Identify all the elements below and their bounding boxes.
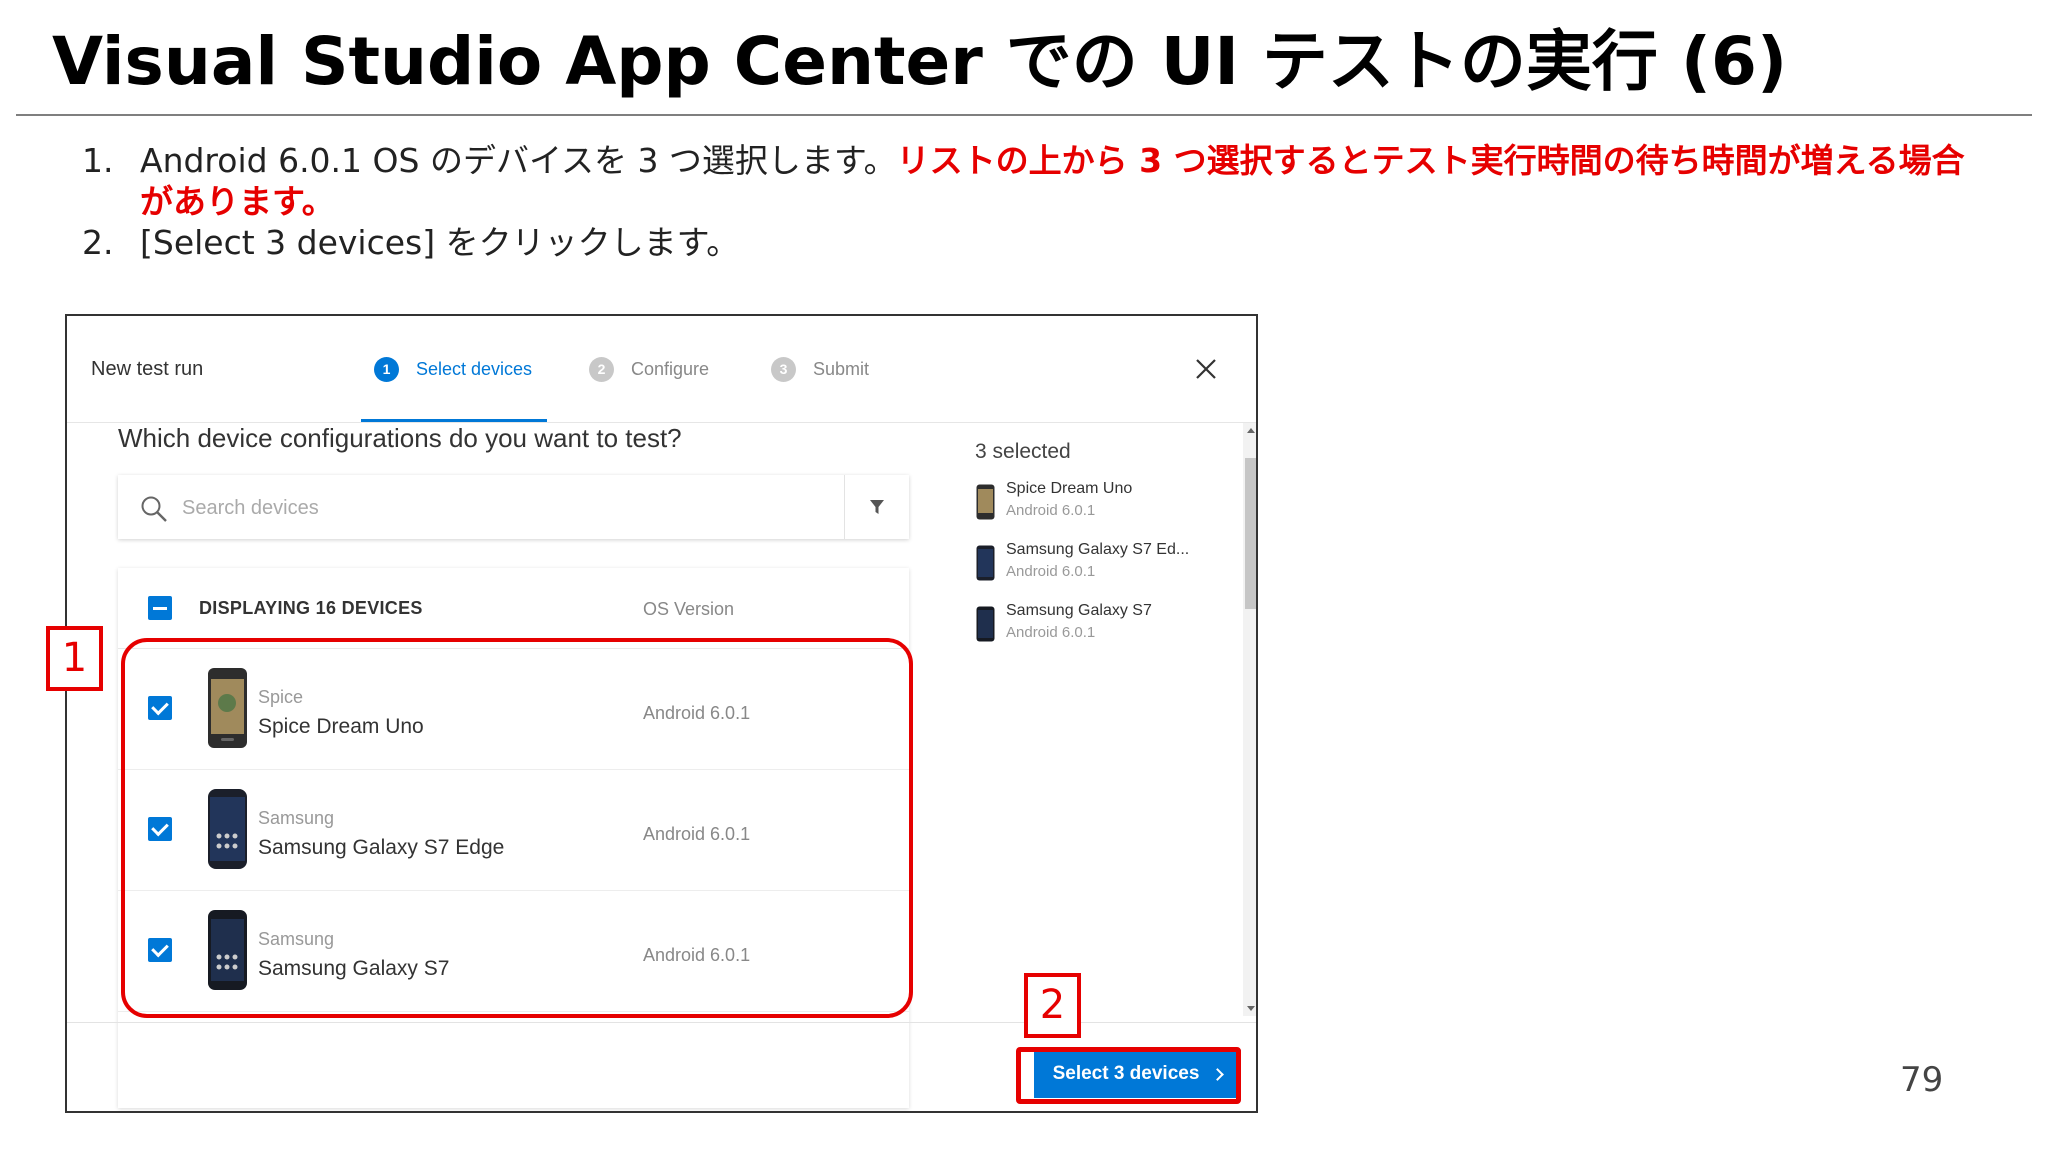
callout-1: 1 bbox=[46, 626, 103, 691]
filter-divider bbox=[844, 475, 845, 539]
active-step-underline bbox=[361, 419, 547, 422]
phone-thumbnail-icon bbox=[976, 484, 995, 520]
selected-devices-panel: 3 selected Spice Dream Uno Android 6.0.1… bbox=[969, 422, 1256, 1022]
wizard-step-label: Configure bbox=[631, 358, 710, 379]
instruction-step-1: 1. Android 6.0.1 OS のデバイスを 3 つ選択します。リストの… bbox=[82, 140, 1982, 222]
vertical-scrollbar[interactable] bbox=[1243, 423, 1256, 1016]
selected-device-name: Samsung Galaxy S7 Ed... bbox=[1006, 541, 1190, 558]
step-number-badge: 1 bbox=[374, 356, 399, 382]
scroll-up-arrow-icon[interactable] bbox=[1247, 428, 1255, 433]
scrollbar-thumb[interactable] bbox=[1245, 458, 1256, 609]
selected-device-item[interactable]: Samsung Galaxy S7 Android 6.0.1 bbox=[969, 598, 1256, 648]
step-number-badge: 2 bbox=[589, 356, 614, 382]
device-question-heading: Which device configurations do you want … bbox=[118, 423, 682, 453]
phone-thumbnail-icon bbox=[976, 606, 995, 642]
page-number: 79 bbox=[1900, 1060, 1944, 1100]
wizard-step-label: Select devices bbox=[416, 358, 533, 379]
step-number: 2. bbox=[82, 223, 114, 262]
instruction-list: 1. Android 6.0.1 OS のデバイスを 3 つ選択します。リストの… bbox=[82, 140, 1982, 263]
displaying-count-label: DISPLAYING 16 DEVICES bbox=[199, 598, 423, 618]
title-divider bbox=[16, 114, 2032, 116]
callout-2: 2 bbox=[1024, 973, 1081, 1038]
scroll-down-arrow-icon[interactable] bbox=[1247, 1006, 1255, 1011]
slide-title: Visual Studio App Center での UI テストの実行 (6… bbox=[52, 23, 1788, 100]
dialog-title: New test run bbox=[91, 358, 204, 380]
step-number: 1. bbox=[82, 141, 114, 180]
os-version-column-header: OS Version bbox=[643, 599, 735, 619]
filter-icon[interactable] bbox=[867, 497, 887, 517]
search-devices-input[interactable] bbox=[180, 487, 684, 529]
selected-count-label: 3 selected bbox=[975, 440, 1071, 463]
selected-device-item[interactable]: Samsung Galaxy S7 Ed... Android 6.0.1 bbox=[969, 537, 1256, 587]
close-icon[interactable] bbox=[1191, 354, 1221, 384]
search-icon bbox=[141, 496, 167, 522]
step-text: Android 6.0.1 OS のデバイスを 3 つ選択します。 bbox=[140, 141, 897, 180]
step-text: [Select 3 devices] をクリックします。 bbox=[140, 223, 740, 262]
select-button-highlight bbox=[1016, 1047, 1241, 1104]
device-search-box bbox=[118, 475, 909, 539]
selected-device-name: Spice Dream Uno bbox=[1006, 480, 1133, 497]
wizard-step-submit[interactable]: 3 Submit bbox=[771, 354, 869, 384]
wizard-step-select-devices[interactable]: 1 Select devices bbox=[374, 354, 532, 384]
wizard-step-configure[interactable]: 2 Configure bbox=[589, 354, 709, 384]
select-all-checkbox[interactable] bbox=[148, 596, 172, 620]
callout-number: 2 bbox=[1039, 982, 1066, 1028]
selected-device-item[interactable]: Spice Dream Uno Android 6.0.1 bbox=[969, 476, 1256, 526]
step-number-badge: 3 bbox=[771, 356, 796, 382]
instruction-step-2: 2. [Select 3 devices] をクリックします。 bbox=[82, 222, 1982, 263]
selected-device-os: Android 6.0.1 bbox=[1006, 563, 1096, 580]
selected-device-os: Android 6.0.1 bbox=[1006, 624, 1096, 641]
dialog-header: New test run 1 Select devices 2 Configur… bbox=[67, 316, 1256, 423]
phone-thumbnail-icon bbox=[976, 545, 995, 581]
selected-device-name: Samsung Galaxy S7 bbox=[1006, 602, 1152, 619]
wizard-step-label: Submit bbox=[813, 358, 870, 379]
callout-number: 1 bbox=[61, 635, 88, 681]
device-list-header: DISPLAYING 16 DEVICES OS Version bbox=[118, 568, 909, 649]
device-selection-highlight bbox=[121, 638, 913, 1018]
selected-device-os: Android 6.0.1 bbox=[1006, 502, 1096, 519]
